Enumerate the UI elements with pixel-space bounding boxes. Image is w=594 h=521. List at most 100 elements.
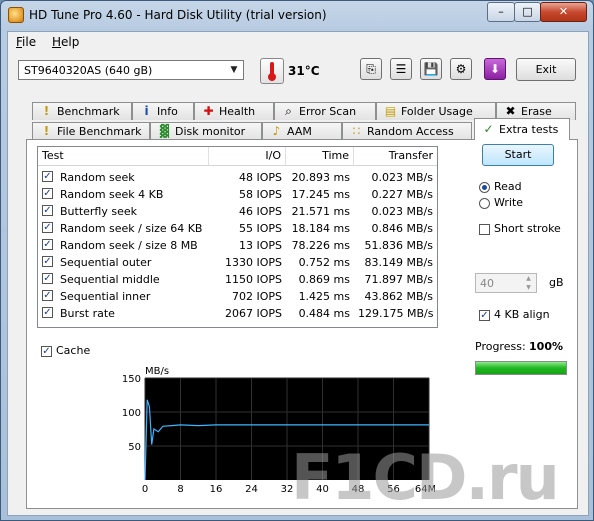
y-tick-label: 100 [122,408,141,419]
x-tick-label: 24 [245,484,258,495]
x-tick-label: 0 [142,484,148,495]
row-checkbox[interactable]: ✓ [42,205,53,216]
cache-checkbox[interactable]: ✓ [41,345,52,357]
cache-label: Cache [56,344,91,357]
read-option[interactable]: Read [479,180,522,193]
progress-label: Progress: [475,340,526,353]
chevron-down-icon: ▼ [230,65,238,75]
col-io[interactable]: I/O [209,147,286,165]
short-stroke-option[interactable]: Short stroke [479,222,561,235]
menu-help[interactable]: Help [52,35,79,49]
temperature-readout: 31°C [288,64,320,78]
time-value: 78.226 ms [291,239,350,252]
info-icon: i [144,104,149,118]
tab-file-benchmark[interactable]: ! File Benchmark [32,122,150,140]
time-value: 20.893 ms [291,171,350,184]
time-value: 0.869 ms [298,273,350,286]
row-checkbox[interactable]: ✓ [42,307,53,318]
table-row[interactable]: ✓ Random seek / size 64 KB 55 IOPS 18.184 m… [38,220,437,237]
copy-info-icon: ⎘ [366,62,376,76]
tab-file-benchmark-label: File Benchmark [57,125,142,138]
stepper-up-icon[interactable]: ▲ [522,275,535,283]
read-label: Read [494,180,522,193]
read-radio[interactable] [479,181,490,193]
table-row[interactable]: ✓ Sequential middle 1150 IOPS 0.869 ms 71.89… [38,271,437,288]
row-checkbox[interactable]: ✓ [42,273,53,284]
test-name: Sequential inner [60,290,151,303]
save-button[interactable]: 💾 [420,58,442,80]
extra-tests-icon: ✓ [483,122,494,136]
write-radio[interactable] [479,197,490,209]
stroke-size-stepper[interactable]: 40 ▲ ▼ [475,273,537,293]
tab-aam-label: AAM [287,125,312,138]
speaker-icon: ♪ [272,124,281,138]
exit-button[interactable]: Exit [516,58,576,81]
time-value: 17.245 ms [291,188,350,201]
window-title: HD Tune Pro 4.60 - Hard Disk Utility (tr… [29,8,327,22]
row-checkbox[interactable]: ✓ [42,239,53,250]
menu-file[interactable]: File [16,35,36,49]
download-button[interactable]: ⬇ [484,58,506,80]
table-row[interactable]: ✓ Random seek 48 IOPS 20.893 ms 0.023 MB/s [38,169,437,186]
col-test[interactable]: Test [38,147,209,165]
io-value: 13 IOPS [238,239,282,252]
short-stroke-checkbox[interactable] [479,223,490,235]
tab-benchmark[interactable]: ! Benchmark [32,102,132,120]
col-transfer[interactable]: Transfer [354,147,437,165]
table-row[interactable]: ✓ Random seek / size 8 MB 13 IOPS 78.226 ms… [38,237,437,254]
table-row[interactable]: ✓ Butterfly seek 46 IOPS 21.571 ms 0.023 MB/… [38,203,437,220]
tab-aam[interactable]: ♪ AAM [262,122,342,140]
write-option[interactable]: Write [479,196,523,209]
row-checkbox[interactable]: ✓ [42,171,53,182]
io-value: 1330 IOPS [224,256,282,269]
copy-text-button[interactable]: ☰ [390,58,412,80]
transfer-value: 0.846 MB/s [371,222,433,235]
time-value: 18.184 ms [291,222,350,235]
io-value: 58 IOPS [238,188,282,201]
table-row[interactable]: ✓ Random seek 4 KB 58 IOPS 17.245 ms 0.227 M… [38,186,437,203]
file-benchmark-icon: ! [43,124,50,138]
maximize-button[interactable]: □ [514,2,541,22]
test-name: Random seek / size 64 KB [60,222,203,235]
io-value: 48 IOPS [238,171,282,184]
start-button[interactable]: Start [482,144,554,166]
folder-icon: ▤ [384,104,397,118]
transfer-value: 0.023 MB/s [371,171,433,184]
row-checkbox[interactable]: ✓ [42,222,53,233]
align-checkbox[interactable]: ✓ [479,309,490,321]
toolbar: ST9640320AS (640 gB) ▼ 31°C ⎘ ☰ 💾 ⚙ ⬇ Ex… [8,52,588,92]
col-time[interactable]: Time [286,147,354,165]
table-row[interactable]: ✓ Sequential inner 702 IOPS 1.425 ms 43.862 … [38,288,437,305]
options-button[interactable]: ⚙ [450,58,472,80]
row-checkbox[interactable]: ✓ [42,256,53,267]
monitor-chart-icon: ▓ [159,124,170,138]
cache-option[interactable]: ✓ Cache [41,344,90,357]
close-button[interactable]: ✕ [540,2,587,22]
drive-select-value: ST9640320AS (640 gB) [24,64,153,77]
minimize-button[interactable]: – [487,2,515,22]
title-bar[interactable]: HD Tune Pro 4.60 - Hard Disk Utility (tr… [1,1,593,31]
row-checkbox[interactable]: ✓ [42,188,53,199]
thermometer-icon [260,58,284,84]
tab-disk-monitor[interactable]: ▓ Disk monitor [150,122,262,140]
drive-select[interactable]: ST9640320AS (640 gB) ▼ [18,60,244,80]
tab-random-access[interactable]: ∷ Random Access [342,122,472,140]
transfer-value: 0.227 MB/s [371,188,433,201]
time-value: 1.425 ms [298,290,350,303]
tab-random-access-label: Random Access [367,125,454,138]
stepper-down-icon[interactable]: ▼ [522,284,535,292]
tab-error-scan[interactable]: ⌕ Error Scan [274,102,376,120]
align-option[interactable]: ✓ 4 KB align [479,308,550,321]
progress-bar [475,361,567,375]
transfer-value: 83.149 MB/s [364,256,433,269]
copy-info-button[interactable]: ⎘ [360,58,382,80]
options-icon: ⚙ [455,62,467,76]
row-checkbox[interactable]: ✓ [42,290,53,301]
magnifier-icon: ⌕ [285,104,292,118]
tab-health[interactable]: ✚ Health [194,102,274,120]
test-name: Butterfly seek [60,205,138,218]
table-row[interactable]: ✓ Burst rate 2067 IOPS 0.484 ms 129.175 MB/s [38,305,437,322]
tab-info[interactable]: i Info [132,102,194,120]
table-row[interactable]: ✓ Sequential outer 1330 IOPS 0.752 ms 83.149… [38,254,437,271]
tab-extra-tests[interactable]: ✓ Extra tests [474,118,570,140]
